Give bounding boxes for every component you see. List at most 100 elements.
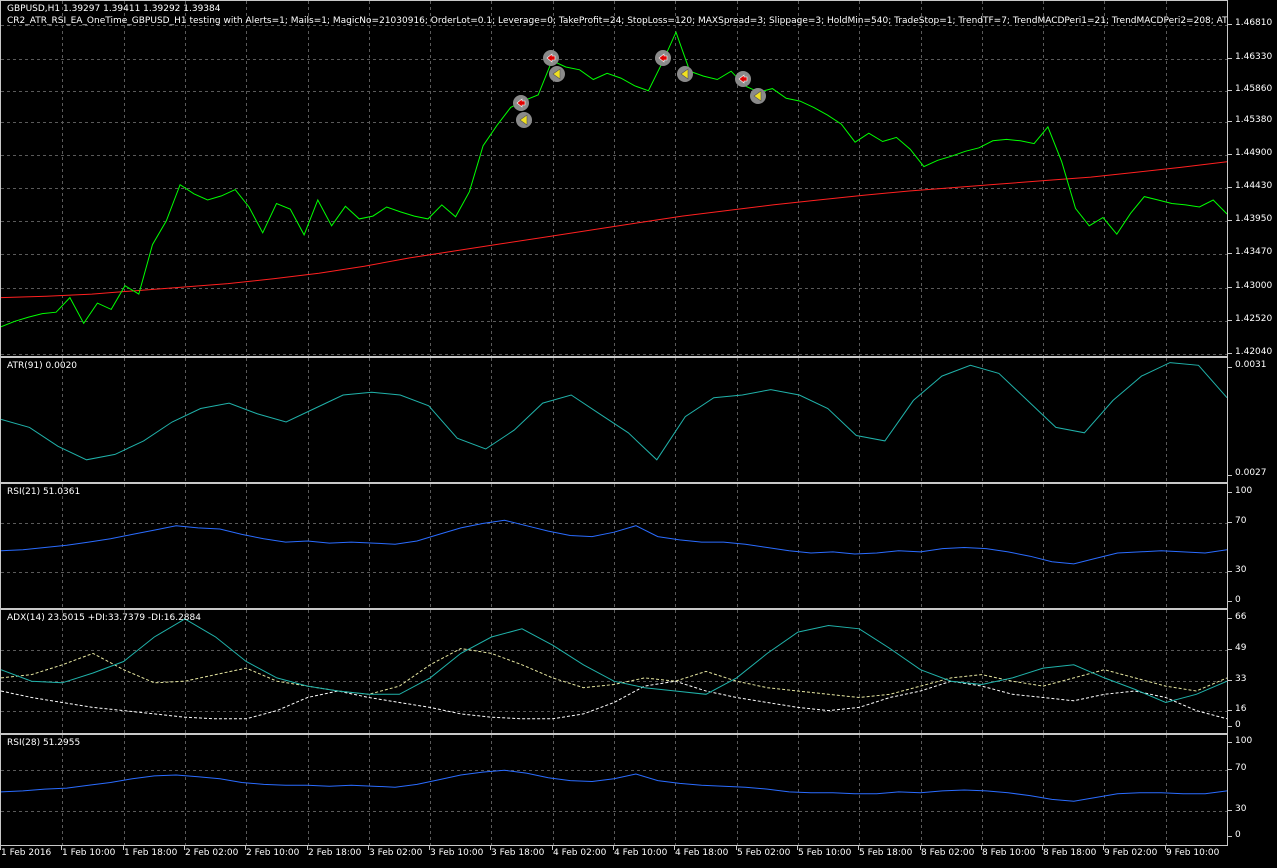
scale-tick-mark xyxy=(1228,522,1232,523)
adx-pane[interactable]: ADX(14) 23.5015 +DI:33.7379 -DI:16.2884 xyxy=(0,609,1228,734)
scale-tick-label: 100 xyxy=(1235,736,1253,746)
scale-tick-mark xyxy=(1228,571,1232,572)
rsi28-chart[interactable] xyxy=(1,735,1228,846)
scale-tick-label: 70 xyxy=(1235,763,1247,773)
scale-tick-label: 33 xyxy=(1235,674,1247,684)
atr-chart[interactable] xyxy=(1,358,1228,483)
scale-tick-label: 1.42520 xyxy=(1235,314,1273,324)
scale-tick-label: 1.44900 xyxy=(1235,148,1273,158)
time-tick-label: 2 Feb 18:00 xyxy=(308,848,362,858)
trade-arrow-icon[interactable] xyxy=(549,66,565,82)
atr-scale-bottom: 0.0027 xyxy=(1235,468,1267,478)
scale-tick-mark xyxy=(1228,187,1232,188)
scale-tick-mark xyxy=(1228,769,1232,770)
time-tick-label: 8 Feb 10:00 xyxy=(982,848,1036,858)
rsi21-pane[interactable]: RSI(21) 51.0361 xyxy=(0,483,1228,609)
trade-arrow-icon[interactable] xyxy=(543,50,559,66)
price-chart[interactable] xyxy=(1,1,1228,357)
trade-arrow-icon[interactable] xyxy=(677,66,693,82)
scale-tick-label: 66 xyxy=(1235,612,1247,622)
scale-tick-mark xyxy=(1228,90,1232,91)
rsi21-scale[interactable]: 100 70 30 0 xyxy=(1228,483,1277,609)
scale-tick-mark xyxy=(1228,649,1232,650)
time-tick-label: 5 Feb 10:00 xyxy=(798,848,852,858)
scale-tick-label: 1.46330 xyxy=(1235,52,1273,62)
scale-tick-mark xyxy=(1228,320,1232,321)
scale-tick-label: 0 xyxy=(1235,595,1241,605)
time-tick-label: 1 Feb 10:00 xyxy=(62,848,116,858)
time-tick-label: 5 Feb 18:00 xyxy=(859,848,913,858)
rsi28-label: RSI(28) 51.2955 xyxy=(7,738,81,748)
trade-arrow-icon[interactable] xyxy=(516,112,532,128)
trade-arrow-icon[interactable] xyxy=(735,71,751,87)
atr-label: ATR(91) 0.0020 xyxy=(7,361,78,371)
time-tick-label: 5 Feb 02:00 xyxy=(737,848,791,858)
rsi28-pane[interactable]: RSI(28) 51.2955 xyxy=(0,734,1228,846)
scale-tick-label: 1.43950 xyxy=(1235,214,1273,224)
time-tick-label: 3 Feb 02:00 xyxy=(369,848,423,858)
ea-parameters-header: CR2_ATR_RSI_EA_OneTime_GBPUSD_H1 testing… xyxy=(7,16,1228,26)
scale-tick-mark xyxy=(1228,121,1232,122)
scale-tick-mark xyxy=(1228,154,1232,155)
time-tick-label: 4 Feb 18:00 xyxy=(675,848,729,858)
scale-tick-mark xyxy=(1228,710,1232,711)
scale-tick-label: 49 xyxy=(1235,643,1247,653)
trade-arrow-icon[interactable] xyxy=(513,95,529,111)
trade-arrow-icon[interactable] xyxy=(750,88,766,104)
scale-tick-mark xyxy=(1228,24,1232,25)
time-tick-label: 4 Feb 02:00 xyxy=(553,848,607,858)
time-tick-label: 1 Feb 2016 xyxy=(1,848,52,858)
scale-tick-label: 16 xyxy=(1235,704,1247,714)
price-pane[interactable]: GBPUSD,H1 1.39297 1.39411 1.39292 1.3938… xyxy=(0,0,1228,357)
atr-scale-top: 0.0031 xyxy=(1235,360,1267,370)
scale-tick-label: 1.42040 xyxy=(1235,347,1273,357)
scale-tick-mark xyxy=(1228,726,1232,727)
scale-tick-label: 1.44430 xyxy=(1235,181,1273,191)
scale-tick-label: 0 xyxy=(1235,830,1241,840)
scale-tick-label: 1.45860 xyxy=(1235,84,1273,94)
scale-tick-mark xyxy=(1228,492,1232,493)
scale-tick-mark xyxy=(1228,680,1232,681)
scale-tick-label: 1.43000 xyxy=(1235,281,1273,291)
scale-tick-mark xyxy=(1228,810,1232,811)
scale-tick-label: 1.43470 xyxy=(1235,247,1273,257)
time-tick-label: 2 Feb 10:00 xyxy=(246,848,300,858)
rsi21-chart[interactable] xyxy=(1,484,1228,609)
time-axis[interactable]: 1 Feb 2016 1 Feb 10:00 1 Feb 18:00 2 Feb 02… xyxy=(0,846,1228,868)
rsi21-label: RSI(21) 51.0361 xyxy=(7,487,81,497)
time-tick-label: 3 Feb 10:00 xyxy=(430,848,484,858)
time-tick-label: 1 Feb 18:00 xyxy=(124,848,178,858)
scale-tick-mark xyxy=(1228,618,1232,619)
atr-pane[interactable]: ATR(91) 0.0020 xyxy=(0,357,1228,483)
time-tick-label: 3 Feb 18:00 xyxy=(491,848,545,858)
scale-tick-label: 100 xyxy=(1235,486,1253,496)
scale-tick-label: 0 xyxy=(1235,720,1241,730)
scale-tick-label: 70 xyxy=(1235,516,1247,526)
scale-tick-label: 30 xyxy=(1235,565,1247,575)
time-tick-label: 8 Feb 02:00 xyxy=(921,848,975,858)
scale-tick-label: 1.45380 xyxy=(1235,115,1273,125)
scale-tick-mark xyxy=(1228,287,1232,288)
trade-arrow-icon[interactable] xyxy=(655,50,671,66)
scale-tick-mark xyxy=(1228,601,1232,602)
scale-tick-mark xyxy=(1228,836,1232,837)
time-tick-label: 8 Feb 18:00 xyxy=(1043,848,1097,858)
symbol-header: GBPUSD,H1 1.39297 1.39411 1.39292 1.3938… xyxy=(7,4,221,14)
adx-chart[interactable] xyxy=(1,610,1228,734)
scale-tick-mark xyxy=(1228,353,1232,354)
scale-tick-mark xyxy=(1228,742,1232,743)
rsi28-scale[interactable]: 100 70 30 0 xyxy=(1228,734,1277,846)
atr-scale[interactable]: 0.0031 0.0027 xyxy=(1228,357,1277,483)
time-tick-label: 9 Feb 02:00 xyxy=(1104,848,1158,858)
price-scale[interactable]: 1.46810 1.46330 1.45860 1.45380 1.44900 1.444… xyxy=(1228,0,1277,357)
time-tick-label: 4 Feb 10:00 xyxy=(614,848,668,858)
scale-tick-label: 1.46810 xyxy=(1235,18,1273,28)
scale-tick-mark xyxy=(1228,253,1232,254)
time-tick-label: 2 Feb 02:00 xyxy=(185,848,239,858)
scale-tick-mark xyxy=(1228,220,1232,221)
adx-label: ADX(14) 23.5015 +DI:33.7379 -DI:16.2884 xyxy=(7,613,201,623)
adx-scale[interactable]: 66 49 33 16 0 xyxy=(1228,609,1277,734)
scale-tick-mark xyxy=(1228,58,1232,59)
price-line xyxy=(1,30,1227,328)
scale-tick-label: 30 xyxy=(1235,804,1247,814)
